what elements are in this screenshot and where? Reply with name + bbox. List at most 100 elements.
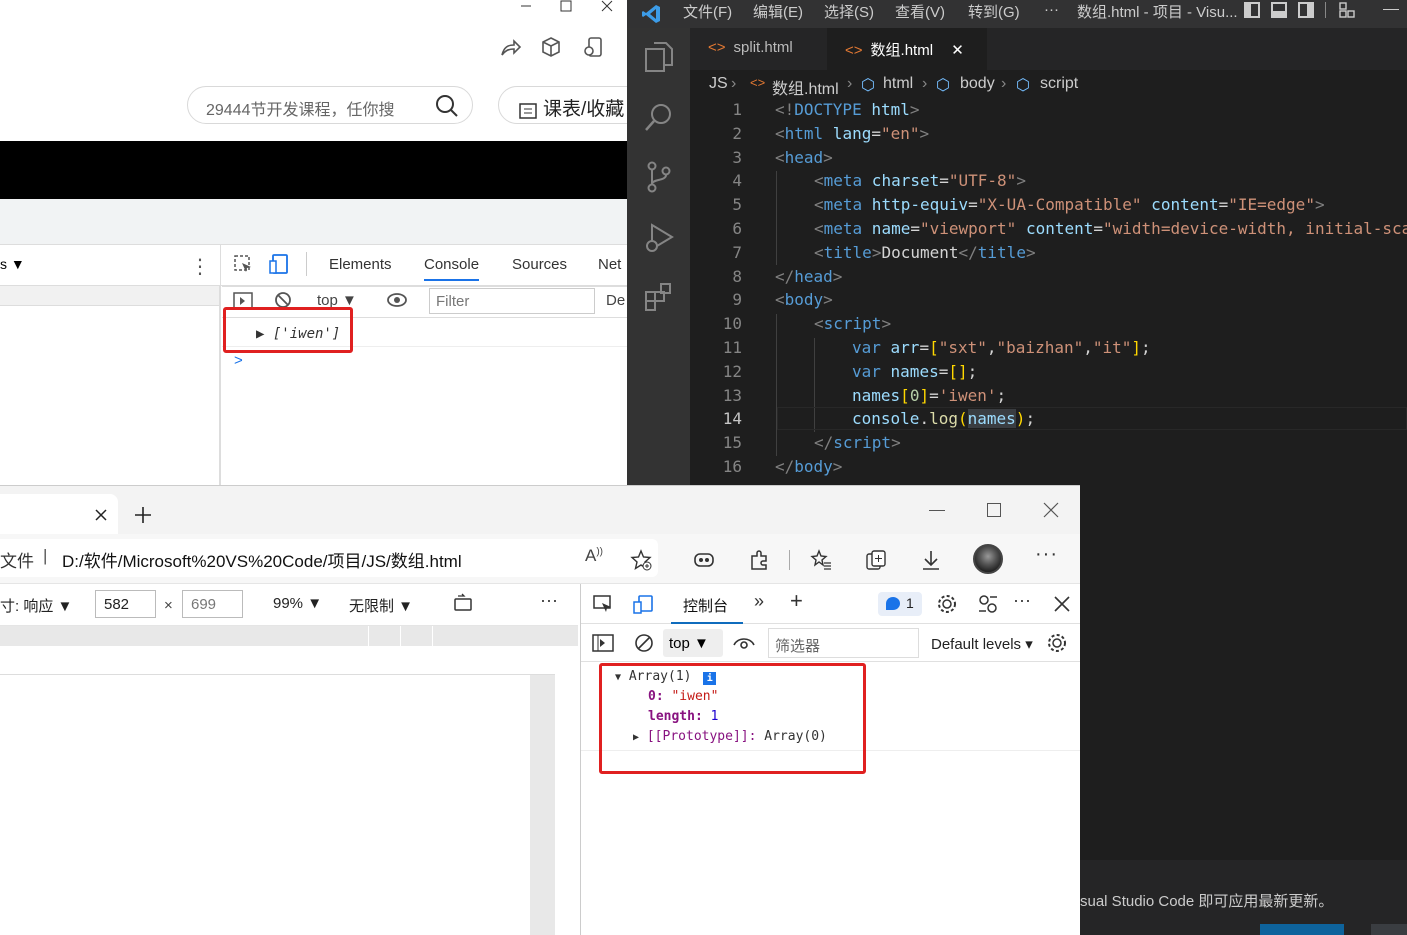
minimize-icon[interactable] <box>516 0 536 12</box>
inspect-icon[interactable] <box>232 253 254 275</box>
eye-icon[interactable] <box>732 633 756 653</box>
more-vert-icon[interactable]: ⋮ <box>190 254 210 279</box>
breadcrumb-item[interactable]: html <box>883 75 913 93</box>
dimensions-select[interactable]: 寸: 响应 ▼ <box>0 595 72 616</box>
tab-label: 数组.html <box>870 42 934 59</box>
read-aloud-icon[interactable]: A)) <box>585 546 603 566</box>
close-icon[interactable] <box>597 0 617 12</box>
height-input[interactable]: 699 <box>182 590 243 618</box>
filter-input[interactable]: 筛选器 <box>768 628 919 658</box>
close-tab-icon[interactable]: ✕ <box>951 42 964 59</box>
minimize-icon[interactable] <box>929 510 945 511</box>
add-tool-icon[interactable]: + <box>790 588 803 614</box>
code-line: <meta http-equiv="X-UA-Compatible" conte… <box>814 195 1325 215</box>
menu-file[interactable]: 文件(F) <box>683 1 732 22</box>
menu-more[interactable]: ··· <box>1044 1 1059 18</box>
tab-sources[interactable]: Sources <box>512 256 567 273</box>
add-favorite-icon[interactable] <box>629 548 653 572</box>
tab-network[interactable]: Net <box>598 256 621 273</box>
inspect-icon[interactable] <box>591 592 615 616</box>
menu-selection[interactable]: 选择(S) <box>824 1 874 22</box>
tab-split-html[interactable]: <> split.html <box>690 28 826 70</box>
search-icon[interactable] <box>433 92 461 120</box>
eye-icon[interactable] <box>385 290 409 310</box>
devtools-tabbar <box>581 584 1080 624</box>
maximize-icon[interactable] <box>556 0 576 12</box>
levels-select[interactable]: Default levels ▾ <box>931 635 1033 653</box>
close-tab-icon[interactable] <box>92 506 110 524</box>
layout-sidebar-icon[interactable] <box>1244 2 1260 18</box>
extensions-icon[interactable] <box>747 548 771 572</box>
search-icon[interactable] <box>643 100 675 134</box>
customize-icon[interactable] <box>976 592 1000 616</box>
more-icon[interactable]: ··· <box>540 590 558 611</box>
explorer-icon[interactable] <box>643 40 675 74</box>
site-search-input[interactable]: 29444节开发课程，任你搜 <box>187 86 473 124</box>
issues-badge[interactable]: 1 <box>878 592 922 616</box>
rotate-icon[interactable] <box>451 592 475 614</box>
maximize-icon[interactable] <box>987 503 1001 517</box>
throttle-select[interactable]: 无限制 ▼ <box>349 595 413 616</box>
context-select[interactable]: top ▼ <box>663 629 723 657</box>
device-toggle-icon[interactable] <box>631 592 655 616</box>
tab-elements[interactable]: Elements <box>329 256 392 273</box>
share-icon[interactable] <box>497 34 523 60</box>
zoom-select[interactable]: 99% ▼ <box>273 595 322 612</box>
extensions-icon[interactable] <box>643 280 675 314</box>
console-prompt[interactable]: > <box>234 352 243 369</box>
cube-icon[interactable] <box>538 34 564 60</box>
avatar[interactable] <box>973 544 1003 574</box>
sidebar-toggle-icon[interactable] <box>591 632 615 654</box>
close-devtools-icon[interactable] <box>1052 594 1072 614</box>
later-button[interactable] <box>1371 924 1407 935</box>
breadcrumb-item[interactable]: script <box>1040 75 1078 93</box>
games-icon[interactable] <box>692 548 716 572</box>
line-number: 16 <box>722 456 742 476</box>
more-icon[interactable]: ··· <box>1035 543 1058 566</box>
music-icon[interactable] <box>580 34 606 60</box>
search-placeholder: 29444节开发课程，任你搜 <box>206 102 395 119</box>
settings-icon[interactable] <box>935 592 959 616</box>
favorites-icon[interactable] <box>809 548 833 572</box>
run-debug-icon[interactable] <box>643 220 675 254</box>
levels-select[interactable]: De <box>606 292 625 309</box>
menu-edit[interactable]: 编辑(E) <box>753 1 803 22</box>
elements-left-panel <box>0 286 220 486</box>
collections-icon[interactable] <box>864 548 888 572</box>
tab-array-html[interactable]: <> 数组.html ✕ <box>827 28 987 70</box>
chevron-down-icon[interactable]: s ▼ <box>0 256 25 272</box>
menu-view[interactable]: 查看(V) <box>895 1 945 22</box>
width-input[interactable]: 582 <box>95 590 156 618</box>
filter-input[interactable]: Filter <box>429 288 595 314</box>
breadcrumb-item[interactable]: 数组.html <box>772 75 839 99</box>
tab-console[interactable]: Console <box>424 256 480 281</box>
divider <box>306 252 307 276</box>
tab-console[interactable]: 控制台 <box>671 584 743 624</box>
breadcrumb-item[interactable]: body <box>960 75 995 93</box>
close-icon[interactable] <box>1043 502 1059 518</box>
course-favorites-button[interactable]: 课表/收藏 <box>498 86 627 124</box>
source-control-icon[interactable] <box>643 160 675 194</box>
code-editor[interactable]: <!DOCTYPE html> <html lang="en"> <head> … <box>775 100 1407 481</box>
menu-go[interactable]: 转到(G) <box>968 1 1020 22</box>
device-toggle-icon[interactable] <box>268 252 290 276</box>
line-number: 12 <box>722 361 742 381</box>
new-tab-icon[interactable] <box>132 504 154 526</box>
code-line: var names=[]; <box>852 361 978 381</box>
clear-console-icon[interactable] <box>632 631 656 655</box>
course-label: 课表/收藏 <box>543 99 625 120</box>
update-button[interactable] <box>1260 924 1344 935</box>
minimize-icon[interactable] <box>1383 9 1399 10</box>
layout-panel-icon[interactable] <box>1271 2 1287 18</box>
more-icon[interactable]: ··· <box>1013 590 1031 611</box>
viewport-scrollbar[interactable] <box>530 675 555 935</box>
line-number: 5 <box>732 195 742 215</box>
layout-secondary-icon[interactable] <box>1298 2 1314 18</box>
breadcrumb-item[interactable]: JS <box>709 75 728 93</box>
code-line: </head> <box>775 266 843 286</box>
more-tabs-icon[interactable]: » <box>754 591 764 612</box>
download-icon[interactable] <box>919 548 943 572</box>
customize-layout-icon[interactable] <box>1338 1 1356 19</box>
highlight-box <box>223 307 353 353</box>
console-settings-icon[interactable] <box>1045 631 1069 655</box>
